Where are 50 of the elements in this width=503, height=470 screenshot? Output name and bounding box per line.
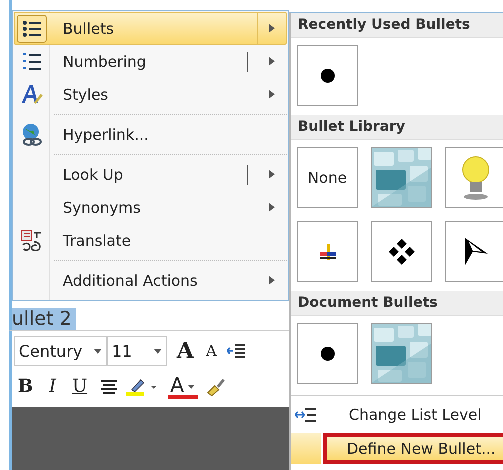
diamonds-bullet-icon — [388, 238, 414, 264]
document-text: ullet 2 — [12, 308, 76, 330]
bullet-list-icon — [17, 14, 47, 42]
menu-item[interactable]: Styles — [14, 78, 287, 111]
bullet-option[interactable] — [297, 323, 358, 384]
submenu-arrow-icon — [269, 276, 275, 285]
caret-icon — [188, 384, 196, 389]
center-align-icon[interactable] — [100, 379, 118, 395]
numbered-list-icon — [21, 50, 43, 72]
menu-item[interactable]: Hyperlink... — [14, 118, 287, 151]
styles-icon — [20, 82, 44, 106]
underline-button[interactable]: U — [68, 378, 92, 396]
font-size-dropdown[interactable]: 11 — [107, 336, 167, 366]
bullet-option[interactable] — [445, 221, 503, 282]
list-level-icon — [295, 406, 317, 422]
dot-bullet-icon — [320, 346, 336, 362]
bullet-option[interactable]: None — [297, 147, 358, 208]
section-header: Document Bullets — [291, 291, 503, 316]
menu-item[interactable]: Translate — [14, 224, 287, 257]
arrowhead-bullet-icon — [462, 236, 488, 266]
submenu-arrow-icon — [269, 57, 275, 66]
bold-button[interactable]: B — [14, 378, 38, 396]
menu-item[interactable]: Change List Level — [291, 399, 503, 430]
submenu-arrow-icon — [269, 203, 275, 212]
bullet-option[interactable] — [371, 221, 432, 282]
submenu-arrow-icon — [269, 90, 275, 99]
translate-icon — [21, 230, 43, 252]
menu-item[interactable]: Bullets — [14, 12, 287, 45]
submenu-arrow-icon — [269, 170, 275, 179]
menu-item[interactable]: Synonyms — [14, 191, 287, 224]
section-header: Bullet Library — [291, 115, 503, 140]
italic-button[interactable]: I — [45, 378, 60, 396]
globe-link-icon — [20, 122, 44, 146]
font-dropdown[interactable]: Century — [14, 336, 107, 366]
dot-bullet-icon — [320, 68, 336, 84]
section-header: Recently Used Bullets — [291, 13, 503, 38]
shrink-font-button[interactable]: A — [204, 344, 219, 358]
font-color-button[interactable]: A — [168, 375, 198, 399]
menu-item[interactable]: Additional Actions — [14, 264, 287, 297]
caret-icon — [94, 348, 102, 354]
cross-bullet-icon — [318, 242, 336, 260]
submenu-arrow-icon — [269, 24, 275, 33]
format-painter-icon[interactable] — [206, 377, 226, 397]
caret-icon — [154, 348, 162, 354]
bullet-option[interactable] — [297, 45, 358, 106]
menu-item[interactable]: Numbering — [14, 45, 287, 78]
grow-font-button[interactable]: A — [175, 340, 196, 362]
menu-item[interactable]: Look Up — [14, 158, 287, 191]
highlighter-icon[interactable] — [126, 377, 160, 397]
outdent-icon[interactable] — [226, 342, 247, 360]
